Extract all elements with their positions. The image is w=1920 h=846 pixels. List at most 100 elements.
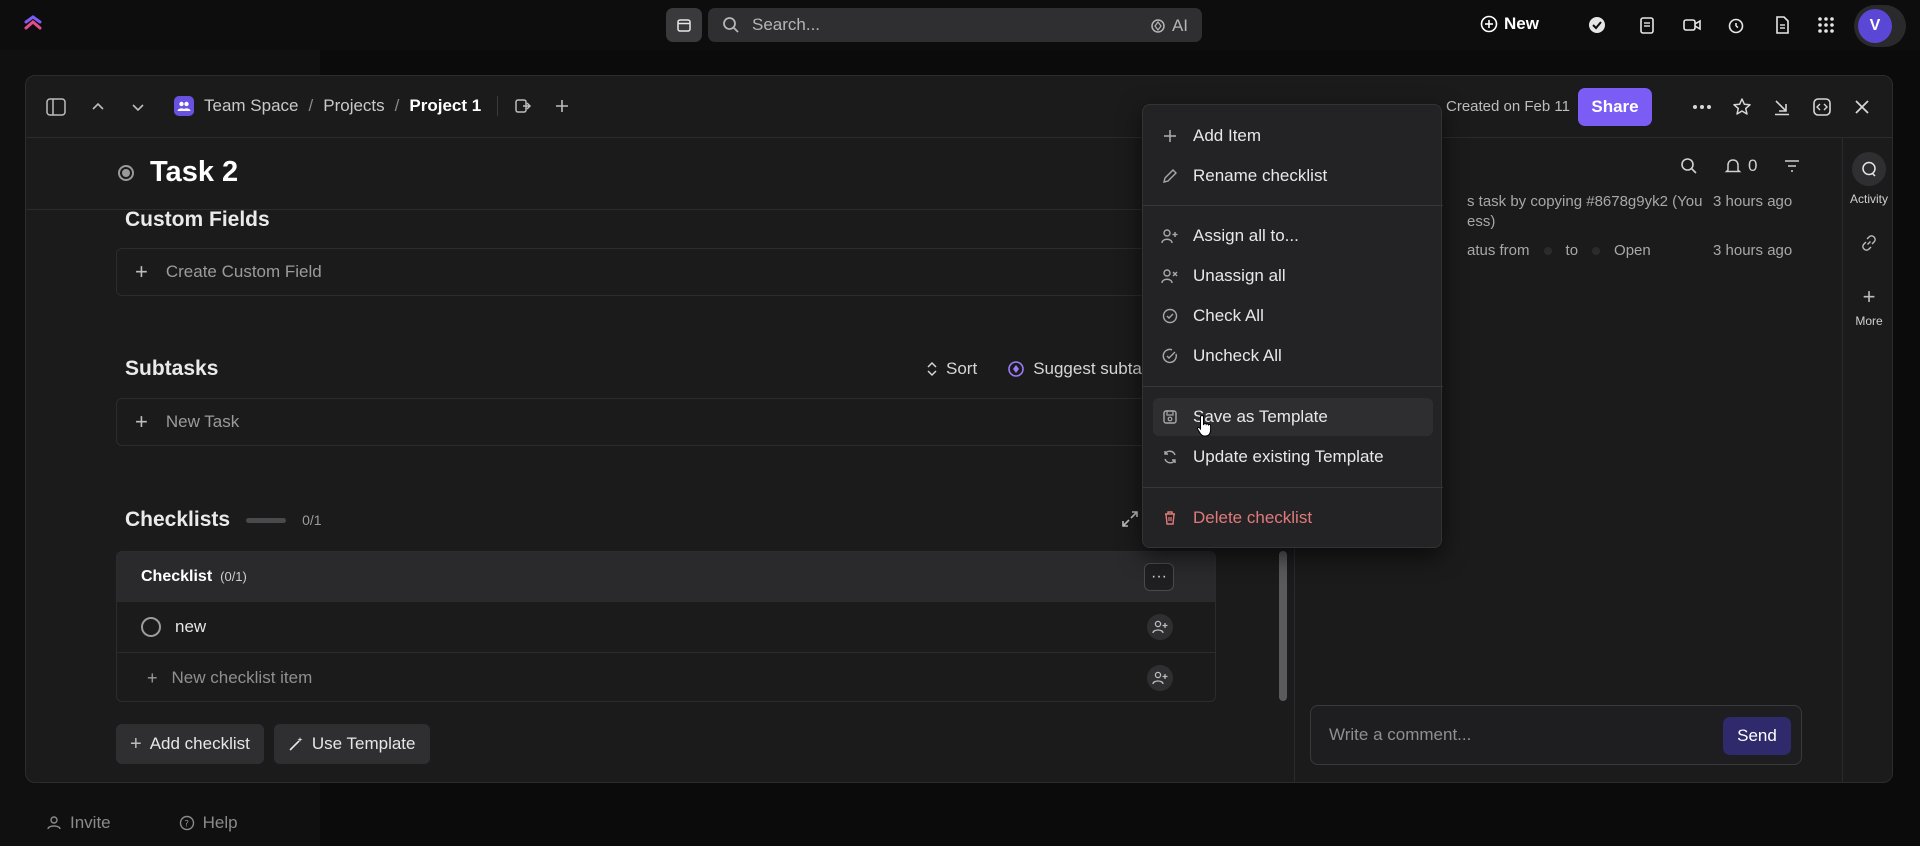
breadcrumb: Team Space / Projects / Project 1: [174, 96, 570, 116]
menu-item-save-as-template[interactable]: Save as Template: [1153, 398, 1433, 436]
chevron-up-icon[interactable]: [88, 97, 108, 117]
menu-item-check-all[interactable]: Check All: [1153, 297, 1433, 335]
help-icon: ?: [179, 815, 194, 831]
invite-button[interactable]: Invite: [46, 813, 111, 833]
breadcrumb-folder[interactable]: Projects: [323, 96, 384, 116]
breadcrumb-list[interactable]: Project 1: [409, 96, 481, 116]
task-title[interactable]: Task 2: [150, 156, 238, 189]
menu-item-delete-checklist[interactable]: Delete checklist: [1153, 499, 1433, 537]
chevron-down-icon[interactable]: [128, 97, 148, 117]
create-custom-field-button[interactable]: + Create Custom Field: [116, 248, 1216, 296]
menu-item-unassign-all[interactable]: Unassign all: [1153, 257, 1433, 295]
apps-grid-icon[interactable]: [1816, 15, 1836, 35]
activity-entry-time: 3 hours ago: [1713, 242, 1793, 259]
menu-item-label: Unassign all: [1193, 266, 1286, 285]
activity-tools: 0: [1680, 156, 1801, 176]
modal-header: Team Space / Projects / Project 1 Create…: [26, 76, 1892, 138]
activity-entry-status: Open: [1614, 242, 1651, 259]
app-logo-icon[interactable]: [22, 14, 44, 36]
plus-icon: [1161, 127, 1179, 145]
activity-entry-text: to: [1565, 242, 1579, 259]
notepad-icon[interactable]: [1637, 15, 1657, 35]
ai-button[interactable]: AI: [1150, 16, 1188, 36]
suggest-subtasks-button[interactable]: Suggest subta: [1007, 359, 1142, 379]
move-task-icon[interactable]: [514, 97, 532, 115]
send-button[interactable]: Send: [1723, 717, 1791, 755]
add-checklist-button[interactable]: + Add checklist: [116, 724, 264, 764]
new-checklist-item-row[interactable]: + New checklist item: [117, 652, 1215, 701]
help-button[interactable]: ? Help: [179, 813, 238, 833]
menu-item-rename-checklist[interactable]: Rename checklist: [1153, 157, 1433, 195]
subtasks-title: Subtasks: [125, 357, 219, 380]
search-icon[interactable]: [1680, 157, 1698, 175]
search-input[interactable]: Search... AI: [708, 8, 1202, 42]
checklist-item-checkbox[interactable]: [141, 617, 161, 637]
menu-item-add-item[interactable]: Add Item: [1153, 117, 1433, 155]
calendar-button[interactable]: [666, 8, 702, 42]
add-checklist-label: Add checklist: [149, 734, 250, 753]
sort-label: Sort: [946, 359, 978, 378]
new-button[interactable]: New: [1480, 14, 1539, 34]
menu-separator: [1143, 205, 1443, 206]
use-template-button[interactable]: Use Template: [273, 724, 430, 764]
close-icon[interactable]: [1852, 97, 1872, 117]
assign-user-icon[interactable]: [1147, 614, 1173, 640]
new-checklist-item-input[interactable]: New checklist item: [172, 668, 313, 688]
menu-item-label: Check All: [1193, 306, 1264, 325]
plus-icon: +: [130, 733, 142, 755]
rail-links[interactable]: [1843, 234, 1892, 252]
menu-item-uncheck-all[interactable]: Uncheck All: [1153, 337, 1433, 375]
minimize-icon[interactable]: [1772, 97, 1792, 117]
rail-more[interactable]: + More: [1843, 286, 1892, 329]
activity-entry-text: atus from: [1467, 242, 1530, 259]
activity-entry-text: ess): [1467, 213, 1496, 230]
checklist-header: Checklist (0/1) ···: [117, 552, 1215, 601]
task-status-icon[interactable]: [118, 164, 134, 181]
fullscreen-icon[interactable]: [1812, 97, 1832, 117]
menu-item-update-template[interactable]: Update existing Template: [1153, 438, 1433, 476]
notifications-button[interactable]: 0: [1724, 156, 1757, 176]
video-icon[interactable]: [1682, 15, 1702, 35]
menu-item-assign-all[interactable]: Assign all to...: [1153, 217, 1433, 255]
breadcrumb-space[interactable]: Team Space: [204, 96, 299, 116]
content-scrollbar[interactable]: [1279, 551, 1287, 701]
doc-icon[interactable]: [1772, 15, 1792, 35]
plus-icon: +: [135, 409, 148, 434]
expand-icon[interactable]: [1121, 510, 1139, 528]
pencil-icon: [1161, 167, 1179, 185]
checklist-name[interactable]: Checklist: [141, 568, 212, 586]
avatar[interactable]: V: [1858, 9, 1892, 43]
create-custom-field-label: Create Custom Field: [165, 262, 322, 281]
star-icon[interactable]: [1732, 97, 1752, 117]
custom-fields-title: Custom Fields: [125, 208, 270, 231]
assign-user-icon[interactable]: [1147, 665, 1173, 691]
top-bar: Search... AI New V: [0, 0, 1920, 50]
magic-wand-icon: [289, 737, 303, 751]
search-placeholder: Search...: [752, 15, 821, 34]
comment-input[interactable]: Write a comment... Send: [1310, 705, 1802, 765]
invite-label: Invite: [70, 813, 111, 832]
sort-button[interactable]: Sort: [926, 359, 977, 379]
rail-activity[interactable]: Activity: [1843, 152, 1892, 206]
plus-icon: +: [147, 668, 158, 688]
activity-entry: atus from to Open: [1467, 242, 1651, 259]
sidebar-toggle-icon[interactable]: [46, 97, 66, 117]
new-task-button[interactable]: + New Task: [116, 398, 1216, 446]
alarm-clock-icon[interactable]: [1726, 15, 1746, 35]
tasks-check-icon[interactable]: [1587, 15, 1607, 35]
comment-bubble-icon: [1852, 152, 1886, 186]
checklist-item: new: [117, 601, 1215, 652]
add-icon[interactable]: [554, 98, 570, 114]
help-label: Help: [202, 813, 238, 832]
share-button[interactable]: Share: [1578, 88, 1652, 126]
more-options-icon[interactable]: [1692, 97, 1712, 117]
status-dot: [1543, 246, 1552, 255]
trash-icon: [1161, 509, 1179, 527]
svg-text:?: ?: [184, 820, 189, 830]
filter-icon[interactable]: [1783, 159, 1801, 173]
checklist-item-label[interactable]: new: [175, 617, 206, 637]
checklists-header: Checklists 0/1: [125, 508, 322, 532]
checklist-menu-button[interactable]: ···: [1144, 563, 1174, 591]
subtask-tools: Sort Suggest subta: [926, 359, 1142, 379]
background-footer: Invite ? Help: [0, 800, 320, 846]
